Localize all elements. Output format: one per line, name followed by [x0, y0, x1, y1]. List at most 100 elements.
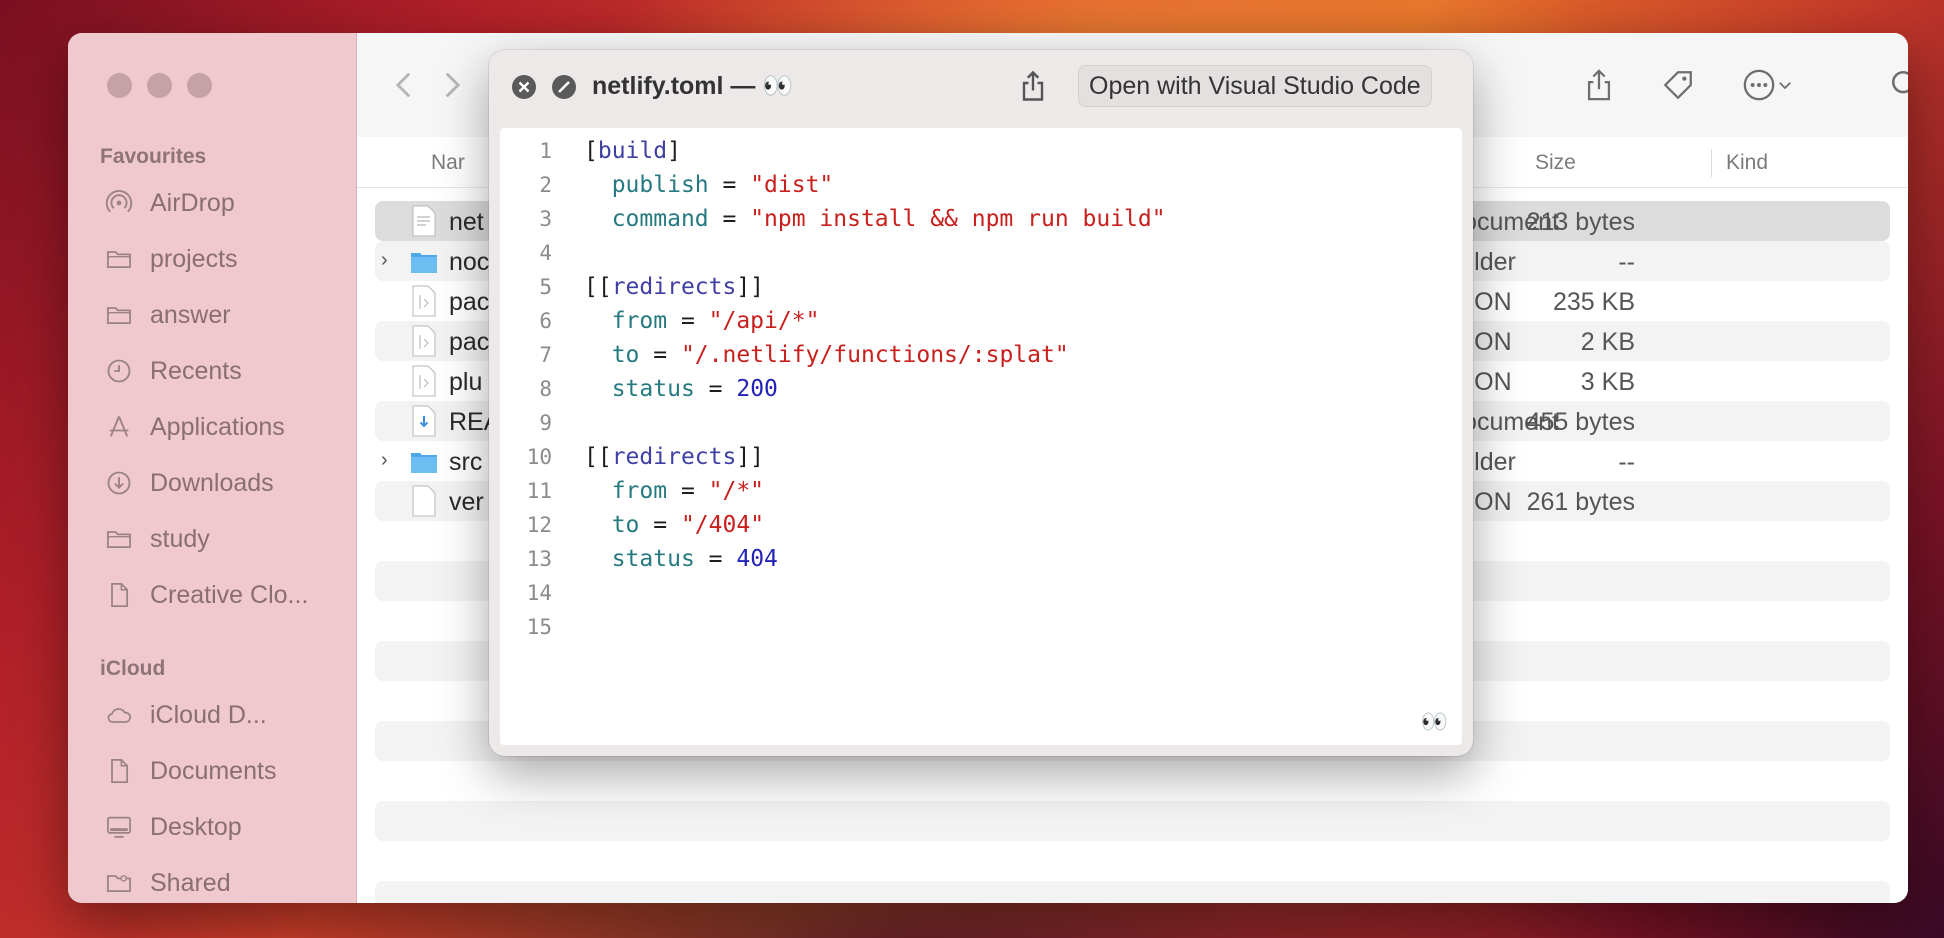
code-line: 9: [500, 406, 1462, 440]
sidebar-item-applications[interactable]: Applications: [104, 407, 285, 447]
code-text: from = "/*": [611, 478, 765, 504]
airdrop-icon: [104, 188, 134, 218]
code-text: status = 200: [611, 376, 778, 402]
sidebar-item-icloud-d[interactable]: iCloud D...: [104, 695, 267, 735]
code-line: 3 command = "npm install && npm run buil…: [500, 202, 1462, 236]
column-kind-header[interactable]: Kind: [1726, 151, 1768, 175]
minimize-window-button[interactable]: [147, 73, 172, 98]
code-line: 12 to = "/404": [500, 508, 1462, 542]
file-name: src: [449, 448, 483, 476]
column-name-header[interactable]: Nar: [431, 151, 465, 175]
search-icon: [1891, 70, 1908, 94]
text-file-icon: [411, 205, 437, 237]
folder-icon: [104, 524, 134, 554]
code-line: 4: [500, 236, 1462, 270]
sidebar-item-documents[interactable]: Documents: [104, 751, 276, 791]
eyes-badge: 👀: [1420, 709, 1448, 734]
back-button[interactable]: [383, 63, 427, 107]
open-with-app-button[interactable]: Open with Visual Studio Code: [1078, 65, 1432, 107]
line-number: 12: [526, 513, 552, 537]
code-line: 10 [[redirects]]: [500, 440, 1462, 474]
code-line: 2 publish = "dist": [500, 168, 1462, 202]
code-line: 1 [build]: [500, 134, 1462, 168]
file-name: noc: [449, 248, 490, 276]
code-text: [build]: [584, 138, 681, 164]
code-line: 15: [500, 610, 1462, 644]
chevron-down-icon: [1779, 82, 1791, 90]
line-number: 3: [539, 207, 552, 231]
disclosure-chevron-icon[interactable]: ›: [381, 449, 401, 473]
sidebar-item-recents[interactable]: Recents: [104, 351, 242, 391]
ellipsis-circle-icon: [1743, 69, 1775, 101]
column-divider[interactable]: [1711, 149, 1712, 177]
share-icon[interactable]: [1015, 68, 1051, 104]
sidebar-item-downloads[interactable]: Downloads: [104, 463, 274, 503]
markdown-file-icon: [411, 405, 437, 437]
code-text: [[redirects]]: [584, 274, 765, 300]
sidebar-item-airdrop[interactable]: AirDrop: [104, 183, 235, 223]
code-text: [[redirects]]: [584, 444, 765, 470]
code-line: 14: [500, 576, 1462, 610]
code-text: status = 404: [611, 546, 778, 572]
zoom-window-button[interactable]: [187, 73, 212, 98]
sidebar: Favourites AirDrop projects answer Recents A…: [68, 33, 357, 903]
sidebar-item-study[interactable]: study: [104, 519, 210, 559]
file-size: --: [1618, 448, 1635, 476]
forward-button[interactable]: [429, 63, 473, 107]
folder-icon: [104, 300, 134, 330]
json-file-icon: [411, 325, 437, 357]
share-button[interactable]: [1577, 63, 1621, 107]
sidebar-item-label: AirDrop: [150, 188, 235, 217]
code-text: to = "/.netlify/functions/:splat": [611, 342, 1069, 368]
column-size-header[interactable]: Size: [1535, 151, 1576, 175]
file-size: 261 bytes: [1526, 488, 1635, 516]
sidebar-item-label: study: [150, 524, 210, 553]
line-number: 13: [526, 547, 552, 571]
cloud-icon: [104, 700, 134, 730]
sidebar-item-answer[interactable]: answer: [104, 295, 231, 335]
code-text: publish = "dist": [611, 172, 834, 198]
fullscreen-disabled-icon[interactable]: [551, 74, 577, 100]
line-number: 4: [539, 241, 552, 265]
window-controls: [107, 73, 212, 98]
clock-icon: [104, 356, 134, 386]
more-actions-button[interactable]: [1735, 63, 1801, 107]
sidebar-item-label: answer: [150, 300, 231, 329]
chevron-right-icon: [445, 72, 461, 98]
code-line: 13 status = 404: [500, 542, 1462, 576]
sidebar-item-projects[interactable]: projects: [104, 239, 238, 279]
file-name: ver: [449, 488, 484, 516]
line-number: 10: [526, 445, 552, 469]
close-circle-icon[interactable]: [511, 74, 537, 100]
tags-button[interactable]: [1656, 63, 1700, 107]
close-window-button[interactable]: [107, 73, 132, 98]
quick-look-title: netlify.toml — 👀: [592, 72, 794, 100]
sidebar-item-desktop[interactable]: Desktop: [104, 807, 242, 847]
folder-icon: [104, 244, 134, 274]
sidebar-item-creative-clo[interactable]: Creative Clo...: [104, 575, 308, 615]
line-number: 14: [526, 581, 552, 605]
document-icon: [104, 756, 134, 786]
code-line: 5 [[redirects]]: [500, 270, 1462, 304]
sidebar-item-label: projects: [150, 244, 238, 273]
quick-look-window: netlify.toml — 👀 Open with Visual Studio…: [489, 50, 1473, 756]
code-line: 7 to = "/.netlify/functions/:splat": [500, 338, 1462, 372]
file-size: 2 KB: [1580, 328, 1635, 356]
code-text: from = "/api/*": [611, 308, 820, 334]
search-button[interactable]: [1884, 63, 1908, 107]
share-icon: [1587, 69, 1611, 101]
empty-row: [375, 801, 1890, 841]
sidebar-item-shared[interactable]: Shared: [104, 863, 231, 903]
file-size: --: [1618, 248, 1635, 276]
line-number: 8: [539, 377, 552, 401]
sidebar-item-label: Desktop: [150, 812, 242, 841]
code-line: 6 from = "/api/*": [500, 304, 1462, 338]
icloud-heading: iCloud: [100, 657, 166, 680]
line-number: 1: [539, 139, 552, 163]
file-size: 3 KB: [1580, 368, 1635, 396]
shared-folder-icon: [104, 868, 134, 898]
file-name: pac: [449, 328, 490, 356]
disclosure-chevron-icon[interactable]: ›: [381, 249, 401, 273]
sidebar-item-label: Shared: [150, 868, 231, 897]
desktop-icon: [104, 812, 134, 842]
